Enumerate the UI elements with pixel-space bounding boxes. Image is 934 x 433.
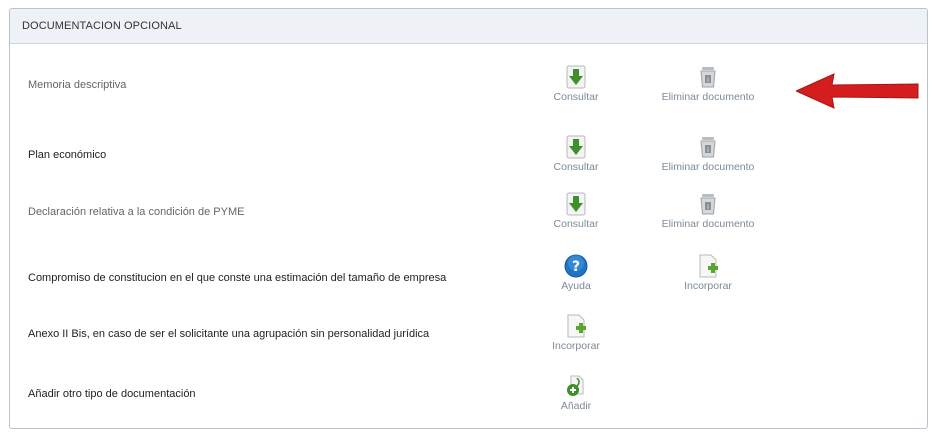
incorporate-button[interactable]: Incorporar (521, 314, 631, 352)
document-row-anexo: Anexo II Bis, en caso de ser el solicita… (10, 314, 927, 366)
document-label: Anexo II Bis, en caso de ser el solicita… (28, 328, 430, 340)
consult-button[interactable]: Consultar (521, 65, 631, 103)
trash-icon: i (700, 67, 716, 88)
help-icon: ? (564, 254, 588, 278)
delete-document-label: Eliminar documento (661, 91, 755, 103)
download-icon (566, 135, 586, 159)
document-label: Plan económico (28, 149, 107, 161)
optional-documentation-panel: DOCUMENTACION OPCIONAL Memoria descripti… (9, 8, 928, 429)
panel-title: DOCUMENTACION OPCIONAL (22, 20, 182, 32)
document-label: Añadir otro tipo de documentación (28, 388, 196, 400)
consult-button[interactable]: Consultar (521, 135, 631, 173)
trash-icon: i (700, 194, 716, 215)
document-row-compromiso: Compromiso de constitucion en el que con… (10, 254, 927, 306)
trash-icon: i (700, 137, 716, 158)
panel-header: DOCUMENTACION OPCIONAL (10, 9, 927, 44)
add-button[interactable]: Añadir (521, 374, 631, 412)
delete-document-button[interactable]: i Eliminar documento (653, 135, 763, 173)
add-label: Añadir (560, 400, 592, 412)
download-icon (566, 192, 586, 216)
consult-label: Consultar (553, 91, 599, 103)
delete-document-label: Eliminar documento (661, 161, 755, 173)
svg-text:?: ? (572, 259, 580, 275)
delete-document-button[interactable]: i Eliminar documento (653, 192, 763, 230)
document-label: Declaración relativa a la condición de P… (28, 206, 245, 218)
document-row-memoria: Memoria descriptiva Consultar i Eliminar… (10, 65, 927, 117)
download-icon (566, 65, 586, 89)
delete-document-label: Eliminar documento (661, 218, 755, 230)
document-row-plan-economico: Plan económico Consultar i Eliminar docu… (10, 135, 927, 187)
incorporate-button[interactable]: Incorporar (653, 254, 763, 292)
consult-label: Consultar (553, 161, 599, 173)
document-label: Compromiso de constitucion en el que con… (28, 272, 447, 284)
consult-label: Consultar (553, 218, 599, 230)
add-attachment-icon (567, 375, 584, 396)
consult-button[interactable]: Consultar (521, 192, 631, 230)
help-button[interactable]: ? Ayuda (521, 254, 631, 292)
document-row-pyme: Declaración relativa a la condición de P… (10, 192, 927, 244)
delete-document-button[interactable]: i Eliminar documento (653, 65, 763, 103)
add-document-icon (567, 314, 586, 338)
document-row-add-other: Añadir otro tipo de documentación Añadir (10, 374, 927, 426)
add-document-icon (699, 254, 718, 278)
incorporate-label: Incorporar (552, 340, 600, 352)
incorporate-label: Incorporar (684, 280, 732, 292)
help-label: Ayuda (561, 280, 591, 292)
red-arrow-annotation (796, 73, 919, 109)
document-label: Memoria descriptiva (28, 79, 127, 91)
